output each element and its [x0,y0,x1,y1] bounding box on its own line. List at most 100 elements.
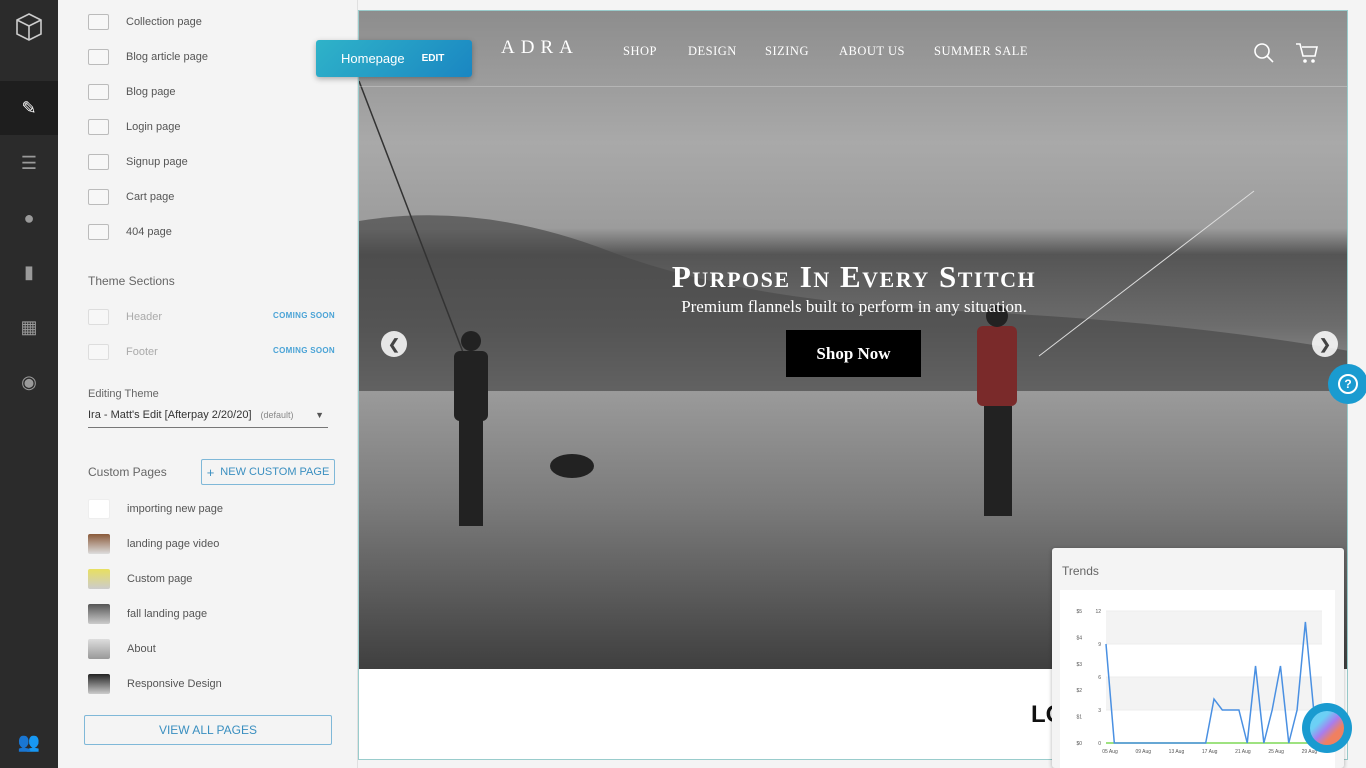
page-template-icon [88,119,109,135]
custom-page-item[interactable]: importing new page [88,499,223,519]
search-icon[interactable] [1254,43,1274,63]
x-tick: 17 Aug [1202,749,1218,755]
custom-page-item[interactable]: landing page video [88,534,219,554]
page-item[interactable]: Blog article page [88,47,208,67]
custom-page-item[interactable]: About [88,639,156,659]
help-button[interactable]: ? [1328,364,1366,404]
y-left-tick: $3 [1076,662,1082,668]
dots-icon[interactable]: ● [0,198,58,238]
custom-page-item[interactable]: Responsive Design [88,674,222,694]
trends-chart: 0 3 6 9 12 $0 $1 $2 $3 $4 $5 05 Aug 09 Aug 13 Aug 17 A… [1076,609,1323,755]
pages-panel: Collection page Blog article page Blog pag… [58,0,358,768]
grid-band [1106,677,1322,710]
page-thumbnail [88,534,110,554]
page-item[interactable]: Cart page [88,187,174,207]
page-item[interactable]: Collection page [88,12,202,32]
y-left-tick: $2 [1076,688,1082,694]
magic-wand-icon[interactable]: ✎ [0,81,58,135]
y-right-tick: 6 [1098,675,1101,681]
page-template-icon [88,189,109,205]
site-header: ADRA SHOP DESIGN SIZING ABOUT US SUMMER … [359,11,1347,87]
cube-logo-icon[interactable] [0,6,58,48]
trends-widget: Trends 0 3 6 9 12 $0 $1 $2 $3 $4 $5 05 Aug 09 Aug 13 … [1052,548,1344,768]
page-item-label: Blog page [126,86,176,98]
custom-page-item[interactable]: Custom page [88,569,192,589]
header-thumb-icon [88,309,109,325]
page-chip[interactable]: Homepage EDIT [316,40,472,77]
page-template-icon [88,154,109,170]
hero-headline: Purpose In Every Stitch [671,259,1037,294]
page-template-icon [88,224,109,240]
y-right-tick: 0 [1098,741,1101,747]
grid-band [1106,611,1322,644]
page-item[interactable]: Blog page [88,82,176,102]
page-item-label: Signup page [126,156,188,168]
nav-design[interactable]: DESIGN [688,44,737,59]
y-right-tick: 3 [1098,708,1101,714]
carousel-prev-icon[interactable]: ❮ [381,331,407,357]
bookmark-icon[interactable]: ▮ [0,252,58,292]
shop-now-button[interactable]: Shop Now [786,330,921,377]
page-item-label: Cart page [126,191,175,203]
carousel-next-icon[interactable]: ❯ [1312,331,1338,357]
nav-sizing[interactable]: SIZING [765,44,809,59]
theme-select[interactable]: Ira - Matt's Edit [Afterpay 2/20/20] (def… [88,403,328,428]
cart-icon[interactable] [1295,42,1319,64]
custom-page-item[interactable]: fall landing page [88,604,207,624]
page-thumbnail [88,569,110,589]
y-right-tick: 9 [1098,642,1101,648]
list-icon[interactable]: ☰ [0,143,58,183]
custom-page-label: About [127,643,156,655]
page-thumbnail [88,639,110,659]
page-template-icon [88,84,109,100]
chevron-down-icon: ▼ [315,410,324,420]
x-tick: 09 Aug [1135,749,1151,755]
grid-band [1106,644,1322,677]
users-icon[interactable]: 👥 [0,722,58,762]
y-left-tick: $0 [1076,741,1082,747]
coming-soon-badge: COMING SOON [273,311,335,320]
y-left-tick: $5 [1076,609,1082,615]
page-item-label: Blog article page [126,51,208,63]
widgets-icon[interactable]: ▦ [0,307,58,347]
account-icon[interactable]: ◉ [0,362,58,402]
page-thumbnail [88,604,110,624]
custom-page-label: Responsive Design [127,678,222,690]
page-item-label: Collection page [126,16,202,28]
view-all-pages-button[interactable]: VIEW ALL PAGES [84,715,332,745]
hero-subheadline: Premium flannels built to perform in any… [681,297,1027,316]
page-item[interactable]: 404 page [88,222,172,242]
editing-theme-label: Editing Theme [88,388,159,400]
x-tick: 25 Aug [1268,749,1284,755]
site-logo[interactable]: ADRA [501,37,579,59]
chat-widget-button[interactable] [1302,703,1352,753]
y-left-tick: $4 [1076,635,1082,641]
theme-section-header: Header [88,307,162,327]
app-rail: ✎ ☰ ● ▮ ▦ ◉ 👥 [0,0,58,768]
x-tick: 13 Aug [1169,749,1185,755]
theme-sections-title: Theme Sections [88,274,175,288]
footer-thumb-icon [88,344,109,360]
y-left-tick: $1 [1076,715,1082,721]
page-item[interactable]: Login page [88,117,180,137]
nav-summer-sale[interactable]: SUMMER SALE [934,44,1028,59]
x-tick: 05 Aug [1102,749,1118,755]
x-tick: 21 Aug [1235,749,1251,755]
y-right-tick: 12 [1095,609,1101,615]
new-custom-page-button[interactable]: + NEW CUSTOM PAGE [201,459,335,485]
nav-about-us[interactable]: ABOUT US [839,44,905,59]
page-item-label: 404 page [126,226,172,238]
plus-icon: + [206,464,215,480]
custom-page-label: fall landing page [127,608,208,620]
theme-section-footer: Footer [88,342,158,362]
coming-soon-badge: COMING SOON [273,346,335,355]
help-icon: ? [1338,374,1358,394]
edit-button[interactable]: EDIT [422,53,445,64]
page-template-icon [88,49,109,65]
custom-page-label: importing new page [127,503,224,515]
page-item[interactable]: Signup page [88,152,188,172]
page-item-label: Login page [126,121,181,133]
custom-pages-title: Custom Pages [88,465,167,479]
nav-shop[interactable]: SHOP [623,44,657,59]
custom-page-label: Custom page [127,573,193,585]
